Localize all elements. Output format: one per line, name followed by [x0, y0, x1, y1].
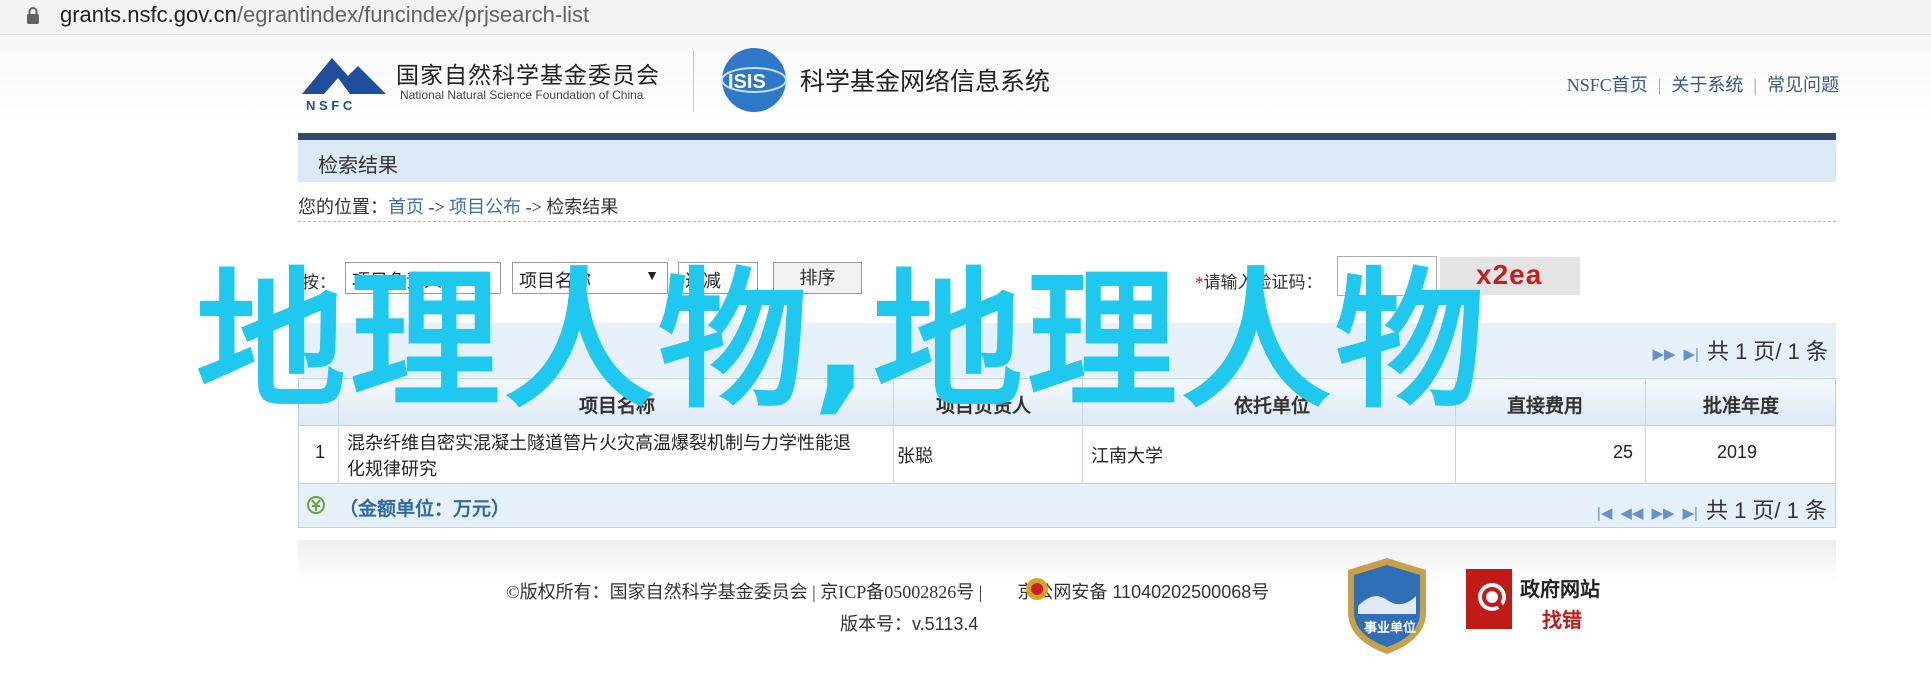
- version-number: v.5113.4: [912, 614, 979, 634]
- public-institution-shield-icon[interactable]: 事业单位: [1344, 556, 1430, 656]
- pager-count: 共 1 页/ 1 条: [1705, 498, 1827, 523]
- project-org: 江南大学: [1091, 446, 1163, 466]
- breadcrumb-arrow: ->: [428, 197, 445, 217]
- org-name-en: National Natural Science Foundation of C…: [400, 88, 644, 102]
- breadcrumb-home[interactable]: 首页: [388, 197, 424, 217]
- column-divider: [1645, 378, 1646, 483]
- police-registration[interactable]: 京公网安备 11040202500068号: [1017, 582, 1269, 602]
- breadcrumb-current: 检索结果: [546, 197, 619, 217]
- org-name-cn: 国家自然科学基金委员会: [396, 63, 660, 88]
- last-page-icon[interactable]: ▶|: [1683, 505, 1698, 522]
- svg-text:ISIS: ISIS: [728, 71, 766, 93]
- header-bar: [298, 133, 1836, 140]
- breadcrumb-prefix: 您的位置：: [298, 197, 388, 217]
- money-icon: [307, 496, 325, 514]
- result-title: 检索结果: [318, 155, 398, 177]
- dashed-divider: [298, 221, 1836, 222]
- top-nav: NSFC首页 | 关于系统 | 常见问题: [1567, 71, 1839, 97]
- header-divider: [693, 50, 694, 112]
- next-page-icon[interactable]: ▶▶: [1651, 505, 1674, 522]
- col-cost-header: 直接费用: [1507, 396, 1584, 417]
- breadcrumb-arrow: ->: [525, 197, 542, 217]
- pager-bottom-nav: |◀ ◀◀ ▶▶ ▶| 共 1 页/ 1 条: [1597, 493, 1827, 525]
- copyright: ©版权所有：国家自然科学基金委员会 | 京ICP备05002826号 |: [506, 582, 983, 602]
- pager-count: 共 1 页/ 1 条: [1706, 339, 1828, 364]
- browser-address-bar[interactable]: grants.nsfc.gov.cn/egrantindex/funcindex…: [0, 0, 1931, 35]
- next-page-icon[interactable]: ▶▶: [1652, 346, 1675, 363]
- pager-top-nav: ▶▶ ▶| 共 1 页/ 1 条: [1652, 334, 1828, 366]
- project-year: 2019: [1717, 442, 1758, 462]
- table-row[interactable]: 1 混杂纤维自密实混凝土隧道管片火灾高温爆裂机制与力学性能退 化规律研究 张聪 …: [298, 426, 1836, 483]
- version-label: 版本号：: [840, 614, 912, 634]
- version-info: 版本号：v.5113.4: [840, 610, 978, 636]
- system-title: 科学基金网络信息系统: [800, 68, 1051, 96]
- nav-about[interactable]: 关于系统: [1671, 75, 1743, 95]
- row-index: 1: [315, 442, 326, 462]
- pager-bottom: （金额单位：万元） |◀ ◀◀ ▶▶ ▶| 共 1 页/ 1 条: [298, 483, 1836, 528]
- nsfc-logo-icon: N S F C: [302, 58, 386, 112]
- url-text[interactable]: grants.nsfc.gov.cn/egrantindex/funcindex…: [60, 2, 589, 28]
- watermark-text: 地理人物,地理人物: [196, 255, 1489, 429]
- project-pi: 张聪: [897, 446, 933, 466]
- gov-site-error-icon[interactable]: [1462, 565, 1522, 635]
- gov-site-label: 政府网站: [1520, 579, 1600, 601]
- lock-icon: [27, 7, 39, 24]
- first-page-icon[interactable]: |◀: [1597, 505, 1612, 522]
- project-cost: 25: [1613, 442, 1634, 462]
- police-badge-icon: [1026, 578, 1048, 600]
- svg-text:事业单位: 事业单位: [1364, 620, 1416, 635]
- copyright-text: ©版权所有：国家自然科学基金委员会 | 京ICP备05002826号 | 京公网…: [506, 578, 1269, 604]
- nav-separator: |: [1753, 75, 1757, 95]
- result-panel-header: 检索结果: [298, 140, 1836, 182]
- isis-logo-icon: ISIS: [721, 48, 787, 112]
- report-error-label[interactable]: 找错: [1542, 604, 1582, 633]
- nav-separator: |: [1657, 75, 1662, 95]
- col-year-header: 批准年度: [1703, 396, 1780, 417]
- last-page-icon[interactable]: ▶|: [1684, 346, 1699, 363]
- amount-unit-note: （金额单位：万元）: [339, 499, 511, 520]
- nav-faq[interactable]: 常见问题: [1767, 75, 1839, 95]
- prev-page-icon[interactable]: ◀◀: [1620, 505, 1643, 522]
- breadcrumb-publish[interactable]: 项目公布: [449, 197, 521, 217]
- svg-text:N S F C: N S F C: [306, 98, 353, 112]
- project-title-line1: 混杂纤维自密实混凝土隧道管片火灾高温爆裂机制与力学性能退: [347, 433, 851, 453]
- breadcrumb: 您的位置：首页 -> 项目公布 -> 检索结果: [298, 193, 618, 219]
- nav-nsfc-home[interactable]: NSFC首页: [1567, 75, 1648, 95]
- project-title-line2: 化规律研究: [347, 459, 437, 479]
